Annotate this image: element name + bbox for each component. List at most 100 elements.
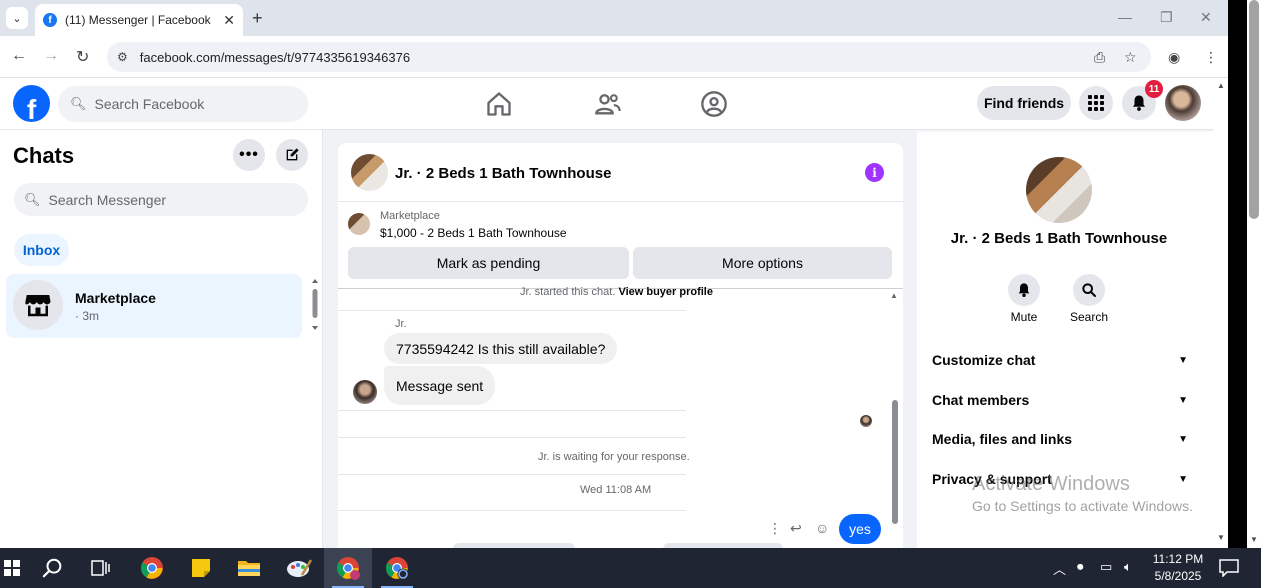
chat-options-button[interactable]: ••• — [233, 139, 265, 171]
search-conversation-button[interactable] — [1073, 274, 1105, 306]
listing-thumbnail[interactable] — [348, 213, 370, 235]
facebook-logo-icon[interactable]: f — [13, 85, 50, 122]
bookmark-star-icon[interactable]: ☆ — [1124, 49, 1137, 66]
section-label: Chat members — [932, 392, 1030, 408]
chrome-secondary-taskbar-icon[interactable] — [373, 548, 421, 588]
inbox-tab[interactable]: Inbox — [14, 234, 69, 266]
search-icon: 🔍︎ — [24, 191, 41, 207]
browser-tab[interactable]: f (11) Messenger | Facebook ✕ — [35, 4, 243, 36]
bell-icon — [1133, 95, 1145, 111]
site-info-icon[interactable]: ⚙ — [117, 50, 128, 64]
mute-button[interactable] — [1008, 274, 1040, 306]
chat-name: Marketplace — [75, 290, 156, 306]
sticky-notes-icon[interactable] — [177, 548, 225, 588]
more-options-button[interactable]: More options — [633, 247, 892, 279]
info-icon[interactable]: i — [865, 163, 884, 182]
messenger-search-placeholder: Search Messenger — [48, 191, 167, 208]
chevron-down-icon: ▼ — [1178, 473, 1188, 485]
close-window-icon[interactable]: ✕ — [1200, 9, 1212, 26]
new-message-button[interactable] — [276, 139, 308, 171]
chat-list-item[interactable]: Marketplace · 3m — [6, 274, 302, 338]
message-separator — [338, 310, 686, 311]
outer-scrollbar[interactable]: ▼ — [1247, 0, 1261, 548]
activate-windows-subtitle: Go to Settings to activate Windows. — [972, 498, 1193, 514]
scroll-down-arrow-icon[interactable]: ▼ — [1250, 535, 1258, 544]
conversation-title[interactable]: Jr. · 2 Beds 1 Bath Townhouse — [395, 165, 611, 182]
windows-taskbar: ︿ ⏺ ▭ 🔈︎ 11:12 PM 5/8/2025 — [0, 548, 1261, 588]
task-view-icon[interactable] — [77, 548, 125, 588]
scroll-up-arrow-icon[interactable]: ▲ — [1217, 81, 1225, 90]
new-tab-icon[interactable]: + — [252, 8, 263, 29]
profile-icon[interactable]: ◉ — [1168, 49, 1180, 66]
meet-now-icon[interactable]: ⏺ — [1077, 559, 1084, 575]
install-app-icon[interactable]: ⎙ — [1094, 49, 1105, 66]
page-scrollbar[interactable]: ▲ ▼ — [1214, 78, 1228, 548]
facebook-header: f 🔍︎ Search Facebook Find friends 11 — [0, 78, 1214, 130]
browser-toolbar: ← → ↻ ⚙ facebook.com/messages/t/97743356… — [0, 36, 1228, 78]
section-label: Customize chat — [932, 352, 1036, 368]
tab-close-icon[interactable]: ✕ — [223, 12, 235, 29]
groups-icon[interactable] — [700, 90, 728, 118]
message-more-icon[interactable]: ⋮ — [768, 520, 782, 537]
reload-icon[interactable]: ↻ — [76, 47, 89, 67]
search-icon — [1082, 283, 1096, 297]
chat-time: · 3m — [75, 309, 99, 323]
listing-photo[interactable] — [1026, 157, 1092, 223]
sender-avatar[interactable] — [353, 380, 377, 404]
screen: ⌄ f (11) Messenger | Facebook ✕ + — ❐ ✕ … — [0, 0, 1261, 588]
file-explorer-icon[interactable] — [225, 548, 273, 588]
chat-members-section[interactable]: Chat members ▼ — [932, 390, 1188, 410]
clock-time: 11:12 PM — [1152, 552, 1204, 566]
sidebar-scrollbar[interactable] — [310, 276, 320, 336]
react-emoji-icon[interactable]: ☺ — [815, 520, 829, 536]
chat-started-text: Jr. started this chat. — [520, 286, 616, 298]
messenger-search-input[interactable]: 🔍︎ Search Messenger — [14, 183, 308, 216]
conversation-scrollbar[interactable] — [892, 400, 898, 524]
chats-title: Chats — [13, 143, 75, 168]
home-icon[interactable] — [485, 90, 513, 118]
details-title: Jr. · 2 Beds 1 Bath Townhouse — [950, 230, 1168, 247]
friends-icon[interactable] — [594, 90, 622, 118]
volume-icon[interactable]: 🔈︎ — [1124, 559, 1132, 575]
account-avatar[interactable] — [1165, 85, 1201, 121]
facebook-search-input[interactable]: 🔍︎ Search Facebook — [58, 86, 308, 122]
back-icon[interactable]: ← — [11, 47, 27, 65]
tab-search-icon[interactable]: ⌄ — [6, 7, 28, 29]
browser-menu-icon[interactable]: ⋮ — [1204, 49, 1218, 66]
chrome-taskbar-icon[interactable] — [128, 548, 176, 588]
listing-avatar[interactable] — [351, 154, 388, 191]
chrome-profile-taskbar-icon[interactable] — [324, 548, 372, 588]
activate-windows-title: Activate Windows — [972, 473, 1130, 495]
maximize-icon[interactable]: ❐ — [1160, 9, 1173, 26]
sender-name: Jr. — [395, 318, 407, 330]
facebook-search-placeholder: Search Facebook — [94, 96, 205, 112]
message-bubble[interactable]: 7735594242 Is this still available? — [384, 333, 618, 364]
notification-center-icon[interactable] — [1219, 559, 1239, 577]
reply-icon[interactable]: ↩ — [790, 520, 802, 537]
clock-date: 5/8/2025 — [1154, 569, 1202, 583]
find-friends-button[interactable]: Find friends — [977, 86, 1071, 120]
customize-chat-section[interactable]: Customize chat ▼ — [932, 350, 1188, 370]
media-files-section[interactable]: Media, files and links ▼ — [932, 429, 1188, 449]
my-message-bubble[interactable]: yes — [839, 514, 881, 544]
message-separator — [338, 410, 686, 411]
conversation-header: Jr. · 2 Beds 1 Bath Townhouse i — [338, 143, 903, 202]
scroll-down-arrow-icon[interactable]: ▼ — [1217, 533, 1225, 542]
show-hidden-icons-chevron-icon[interactable]: ︿ — [1053, 559, 1066, 578]
listing-detail[interactable]: $1,000 - 2 Beds 1 Bath Townhouse — [380, 226, 567, 240]
outer-scroll-thumb[interactable] — [1249, 0, 1259, 219]
menu-grid-button[interactable] — [1079, 86, 1113, 120]
window-edge — [1228, 0, 1247, 548]
forward-icon[interactable]: → — [43, 47, 59, 65]
network-icon[interactable]: ▭ — [1100, 559, 1112, 575]
mark-pending-button[interactable]: Mark as pending — [348, 247, 629, 279]
paint-app-icon[interactable] — [275, 548, 323, 588]
minimize-icon[interactable]: — — [1118, 9, 1132, 25]
system-clock[interactable]: 11:12 PM 5/8/2025 — [1148, 551, 1208, 585]
message-bubble[interactable]: Message sent — [384, 366, 496, 405]
chevron-down-icon: ▼ — [1178, 433, 1188, 445]
scroll-up-arrow-icon[interactable]: ▲ — [890, 291, 898, 300]
taskbar-search-icon[interactable] — [29, 548, 77, 588]
address-bar[interactable]: ⚙ facebook.com/messages/t/97743356193463… — [107, 42, 1151, 72]
view-buyer-profile-link[interactable]: View buyer profile — [618, 286, 713, 298]
